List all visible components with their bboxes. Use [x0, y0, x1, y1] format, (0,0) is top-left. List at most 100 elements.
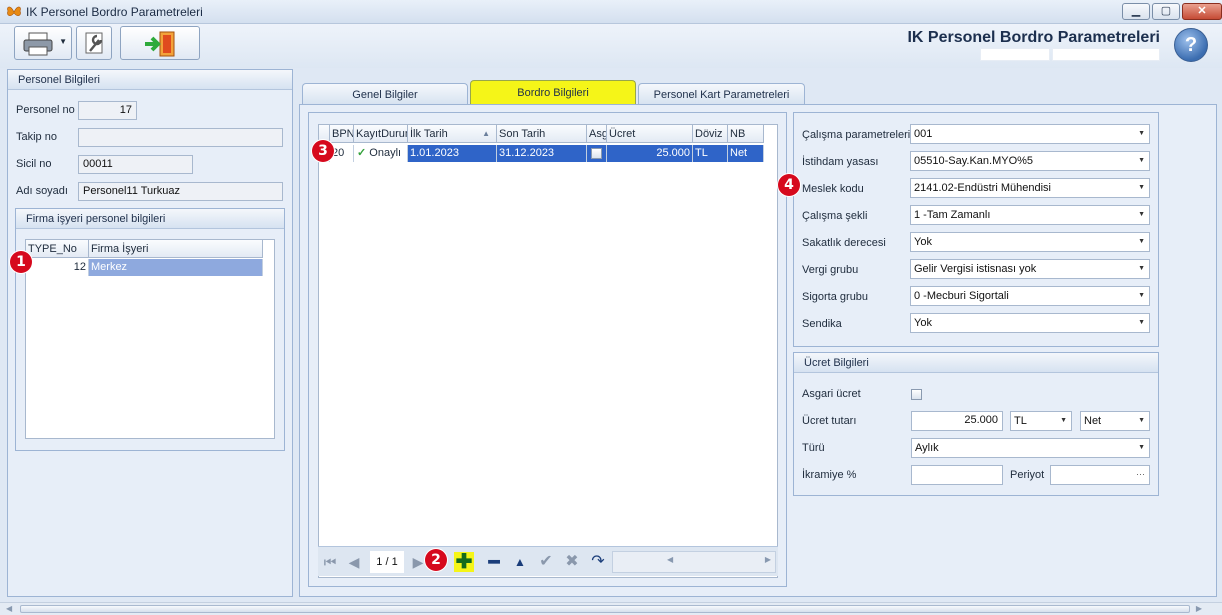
column-header-nb[interactable]: NB [728, 125, 764, 143]
sigorta-grubu-combo[interactable]: 0 -Mecburi Sigortali ▼ [910, 286, 1150, 306]
ikramiye-label: İkramiye % [802, 469, 857, 481]
column-header-bpn[interactable]: BPN [330, 125, 354, 143]
first-record-icon[interactable]: ⏮ [320, 552, 340, 572]
minimize-button[interactable]: ▁ [1122, 3, 1150, 20]
personel-no-label: Personel no [16, 104, 75, 116]
asgari-ucret-checkbox[interactable] [911, 389, 922, 400]
butterfly-icon [7, 6, 21, 16]
calisma-sekli-combo[interactable]: 1 -Tam Zamanlı ▼ [910, 205, 1150, 225]
scroll-thumb[interactable] [20, 605, 1190, 613]
help-button[interactable]: ? [1174, 28, 1208, 62]
prev-record-icon[interactable]: ◀ [344, 552, 364, 572]
scroll-left-icon[interactable]: ◀ [6, 604, 12, 613]
net-brut-combo[interactable]: Net ▼ [1080, 411, 1150, 431]
maximize-button[interactable]: ▢ [1152, 3, 1180, 20]
type-no-cell: 12 [26, 259, 89, 276]
tab-personel-kart-parametreleri[interactable]: Personel Kart Parametreleri [638, 83, 805, 105]
turu-value: Aylık [915, 442, 939, 454]
doviz-combo[interactable]: TL ▼ [1010, 411, 1072, 431]
periyot-label: Periyot [1010, 469, 1045, 481]
grid-hscrollbar[interactable]: ◀ ▶ [612, 551, 776, 573]
print-button[interactable]: ▼ [14, 26, 72, 60]
column-header-asgari[interactable]: Asgari [587, 125, 607, 143]
istihdam-yasasi-combo[interactable]: 05510-Say.Kan.MYO%5 ▼ [910, 151, 1150, 171]
tab-genel-bilgiler[interactable]: Genel Bilgiler [302, 83, 468, 105]
tools-button[interactable] [76, 26, 112, 60]
delete-record-icon[interactable]: ━ [484, 552, 504, 572]
title-underline [980, 48, 1160, 62]
ucret-cell: 25.000 [607, 145, 693, 162]
edit-record-icon[interactable]: ▲ [510, 552, 530, 572]
exit-button[interactable] [120, 26, 200, 60]
sort-ascending-icon: ▲ [482, 129, 490, 138]
takip-no-field[interactable] [78, 128, 283, 147]
chevron-down-icon: ▼ [1138, 417, 1145, 424]
cancel-edit-icon[interactable]: ✖ [562, 552, 582, 572]
kayit-durumu-text: Onaylı [369, 147, 402, 159]
personel-no-field[interactable]: 17 [78, 101, 137, 120]
ilk-tarih-header-label: İlk Tarih [410, 128, 448, 140]
sicil-no-field[interactable]: 00011 [78, 155, 193, 174]
meslek-kodu-value: 2141.02-Endüstri Mühendisi [914, 182, 1051, 194]
column-header-ucret[interactable]: Ücret [607, 125, 693, 143]
ucret-tutari-field[interactable]: 25.000 [911, 411, 1003, 431]
column-header-son-tarih[interactable]: Son Tarih [497, 125, 587, 143]
chevron-down-icon: ▼ [1138, 130, 1145, 137]
scroll-right-icon[interactable]: ▶ [1196, 604, 1202, 613]
add-record-icon[interactable]: ✚ [454, 552, 474, 572]
sendika-label: Sendika [802, 318, 842, 330]
sigorta-grubu-value: 0 -Mecburi Sigortali [914, 290, 1009, 302]
ikramiye-field[interactable] [911, 465, 1003, 485]
marker-4: 4 [778, 174, 800, 196]
ilk-tarih-cell: 1.01.2023 [408, 145, 497, 162]
calisma-parametreleri-combo[interactable]: 001 ▼ [910, 124, 1150, 144]
vergi-grubu-value: Gelir Vergisi istisnası yok [914, 263, 1037, 275]
column-header-ilk-tarih[interactable]: İlk Tarih ▲ [408, 125, 497, 143]
doviz-cell: TL [693, 145, 728, 162]
post-edit-icon[interactable]: ✔ [536, 552, 556, 572]
page-indicator: 1 / 1 [370, 551, 404, 573]
column-header-kayit-durumu[interactable]: KayıtDurumu [354, 125, 408, 143]
turu-combo[interactable]: Aylık ▼ [911, 438, 1150, 458]
meslek-kodu-combo[interactable]: 2141.02-Endüstri Mühendisi ▼ [910, 178, 1150, 198]
ellipsis-button[interactable]: ··· [1136, 466, 1145, 483]
chevron-down-icon: ▼ [1138, 444, 1145, 451]
sakatlik-derecesi-combo[interactable]: Yok ▼ [910, 232, 1150, 252]
personel-bilgileri-header: Personel Bilgileri [8, 70, 292, 90]
column-header-doviz[interactable]: Döviz [693, 125, 728, 143]
meslek-kodu-label: Meslek kodu [802, 183, 864, 195]
net-brut-value: Net [1084, 415, 1102, 427]
scroll-right-icon[interactable]: ▶ [765, 555, 771, 564]
parametreler-panel [793, 112, 1159, 347]
sicil-no-label: Sicil no [16, 158, 52, 170]
istihdam-yasasi-label: İstihdam yasası [802, 156, 879, 168]
firma-grid[interactable]: TYPE_No Firma İşyeri 12 Merkez [25, 239, 275, 439]
asgari-checkbox[interactable] [591, 148, 602, 159]
scroll-left-icon[interactable]: ◀ [667, 555, 673, 564]
table-row[interactable]: 20 ✓ Onaylı 1.01.2023 31.12.2023 25.000 … [319, 145, 764, 163]
calisma-parametreleri-label: Çalışma parametreleri [802, 129, 911, 141]
adi-soyadi-field[interactable]: Personel11 Turkuaz [78, 182, 283, 201]
son-tarih-cell: 31.12.2023 [497, 145, 587, 162]
tab-bordro-bilgileri[interactable]: Bordro Bilgileri [470, 80, 636, 105]
calisma-parametreleri-value: 001 [914, 128, 933, 140]
window-title: IK Personel Bordro Parametreleri [26, 5, 203, 19]
column-header-firma-isyeri[interactable]: Firma İşyeri [89, 240, 263, 258]
sendika-combo[interactable]: Yok ▼ [910, 313, 1150, 333]
calisma-sekli-value: 1 -Tam Zamanlı [914, 209, 991, 221]
table-row[interactable]: 12 Merkez [26, 259, 263, 276]
wrench-icon [85, 32, 103, 54]
column-header-type-no[interactable]: TYPE_No [26, 240, 89, 258]
nb-cell: Net [728, 145, 764, 162]
sakatlik-derecesi-label: Sakatlık derecesi [802, 237, 886, 249]
firma-isyeri-header: Firma işyeri personel bilgileri [16, 209, 284, 229]
printer-icon [23, 32, 53, 56]
chevron-down-icon: ▼ [1138, 211, 1145, 218]
close-button[interactable]: ✕ [1182, 3, 1222, 20]
periyot-field[interactable]: ··· [1050, 465, 1150, 485]
refresh-icon[interactable]: ↷ [588, 552, 608, 572]
chevron-down-icon: ▼ [1138, 319, 1145, 326]
bordro-grid[interactable]: BPN KayıtDurumu İlk Tarih ▲ Son Tarih As… [318, 124, 778, 578]
vergi-grubu-combo[interactable]: Gelir Vergisi istisnası yok ▼ [910, 259, 1150, 279]
window-hscrollbar[interactable]: ◀ ▶ [0, 602, 1222, 615]
